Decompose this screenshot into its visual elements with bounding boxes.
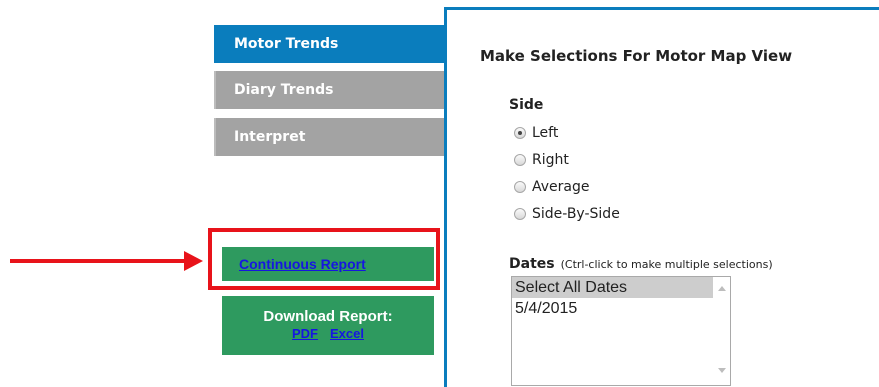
date-option[interactable]: 5/4/2015	[512, 298, 713, 319]
side-option-left[interactable]: Left	[514, 123, 558, 143]
annotation-arrow-shaft	[10, 259, 186, 263]
dates-header: Dates (Ctrl-click to make multiple select…	[509, 253, 773, 272]
dates-label: Dates	[509, 256, 555, 272]
download-excel-link[interactable]: Excel	[330, 326, 364, 341]
tab-diary-trends[interactable]: Diary Trends	[214, 71, 446, 109]
side-label: Side	[509, 97, 544, 113]
radio-unchecked-icon[interactable]	[514, 181, 526, 193]
dates-hint: (Ctrl-click to make multiple selections)	[560, 258, 773, 271]
annotation-arrow-icon	[184, 251, 203, 271]
dates-scrollbar[interactable]	[713, 277, 730, 385]
dates-multiselect[interactable]: Select All Dates 5/4/2015	[511, 276, 731, 386]
scroll-down-icon[interactable]	[718, 368, 726, 373]
selection-panel: Make Selections For Motor Map View Side …	[444, 7, 879, 387]
radio-unchecked-icon[interactable]	[514, 154, 526, 166]
side-option-side-by-side[interactable]: Side-By-Side	[514, 204, 620, 224]
annotation-highlight-box	[208, 228, 440, 290]
side-option-average[interactable]: Average	[514, 177, 590, 197]
side-option-right-label: Right	[532, 152, 569, 168]
download-report-title: Download Report:	[263, 308, 393, 325]
download-pdf-link[interactable]: PDF	[292, 326, 318, 341]
radio-unchecked-icon[interactable]	[514, 208, 526, 220]
tab-diary-trends-label: Diary Trends	[234, 82, 334, 98]
tab-interpret-label: Interpret	[234, 129, 306, 145]
side-option-left-label: Left	[532, 125, 559, 141]
radio-checked-icon[interactable]	[514, 127, 526, 139]
side-option-side-by-side-label: Side-By-Side	[532, 206, 620, 222]
side-option-right[interactable]: Right	[514, 150, 569, 170]
scroll-up-icon[interactable]	[718, 286, 726, 291]
tab-motor-trends-label: Motor Trends	[234, 36, 339, 52]
tab-motor-trends[interactable]: Motor Trends	[214, 25, 446, 63]
date-option-select-all[interactable]: Select All Dates	[512, 277, 713, 298]
download-links: PDF Excel	[222, 325, 434, 342]
side-option-average-label: Average	[532, 179, 590, 195]
tab-interpret[interactable]: Interpret	[214, 118, 446, 156]
panel-title: Make Selections For Motor Map View	[480, 47, 793, 65]
download-report-box: Download Report: PDF Excel	[222, 296, 434, 355]
